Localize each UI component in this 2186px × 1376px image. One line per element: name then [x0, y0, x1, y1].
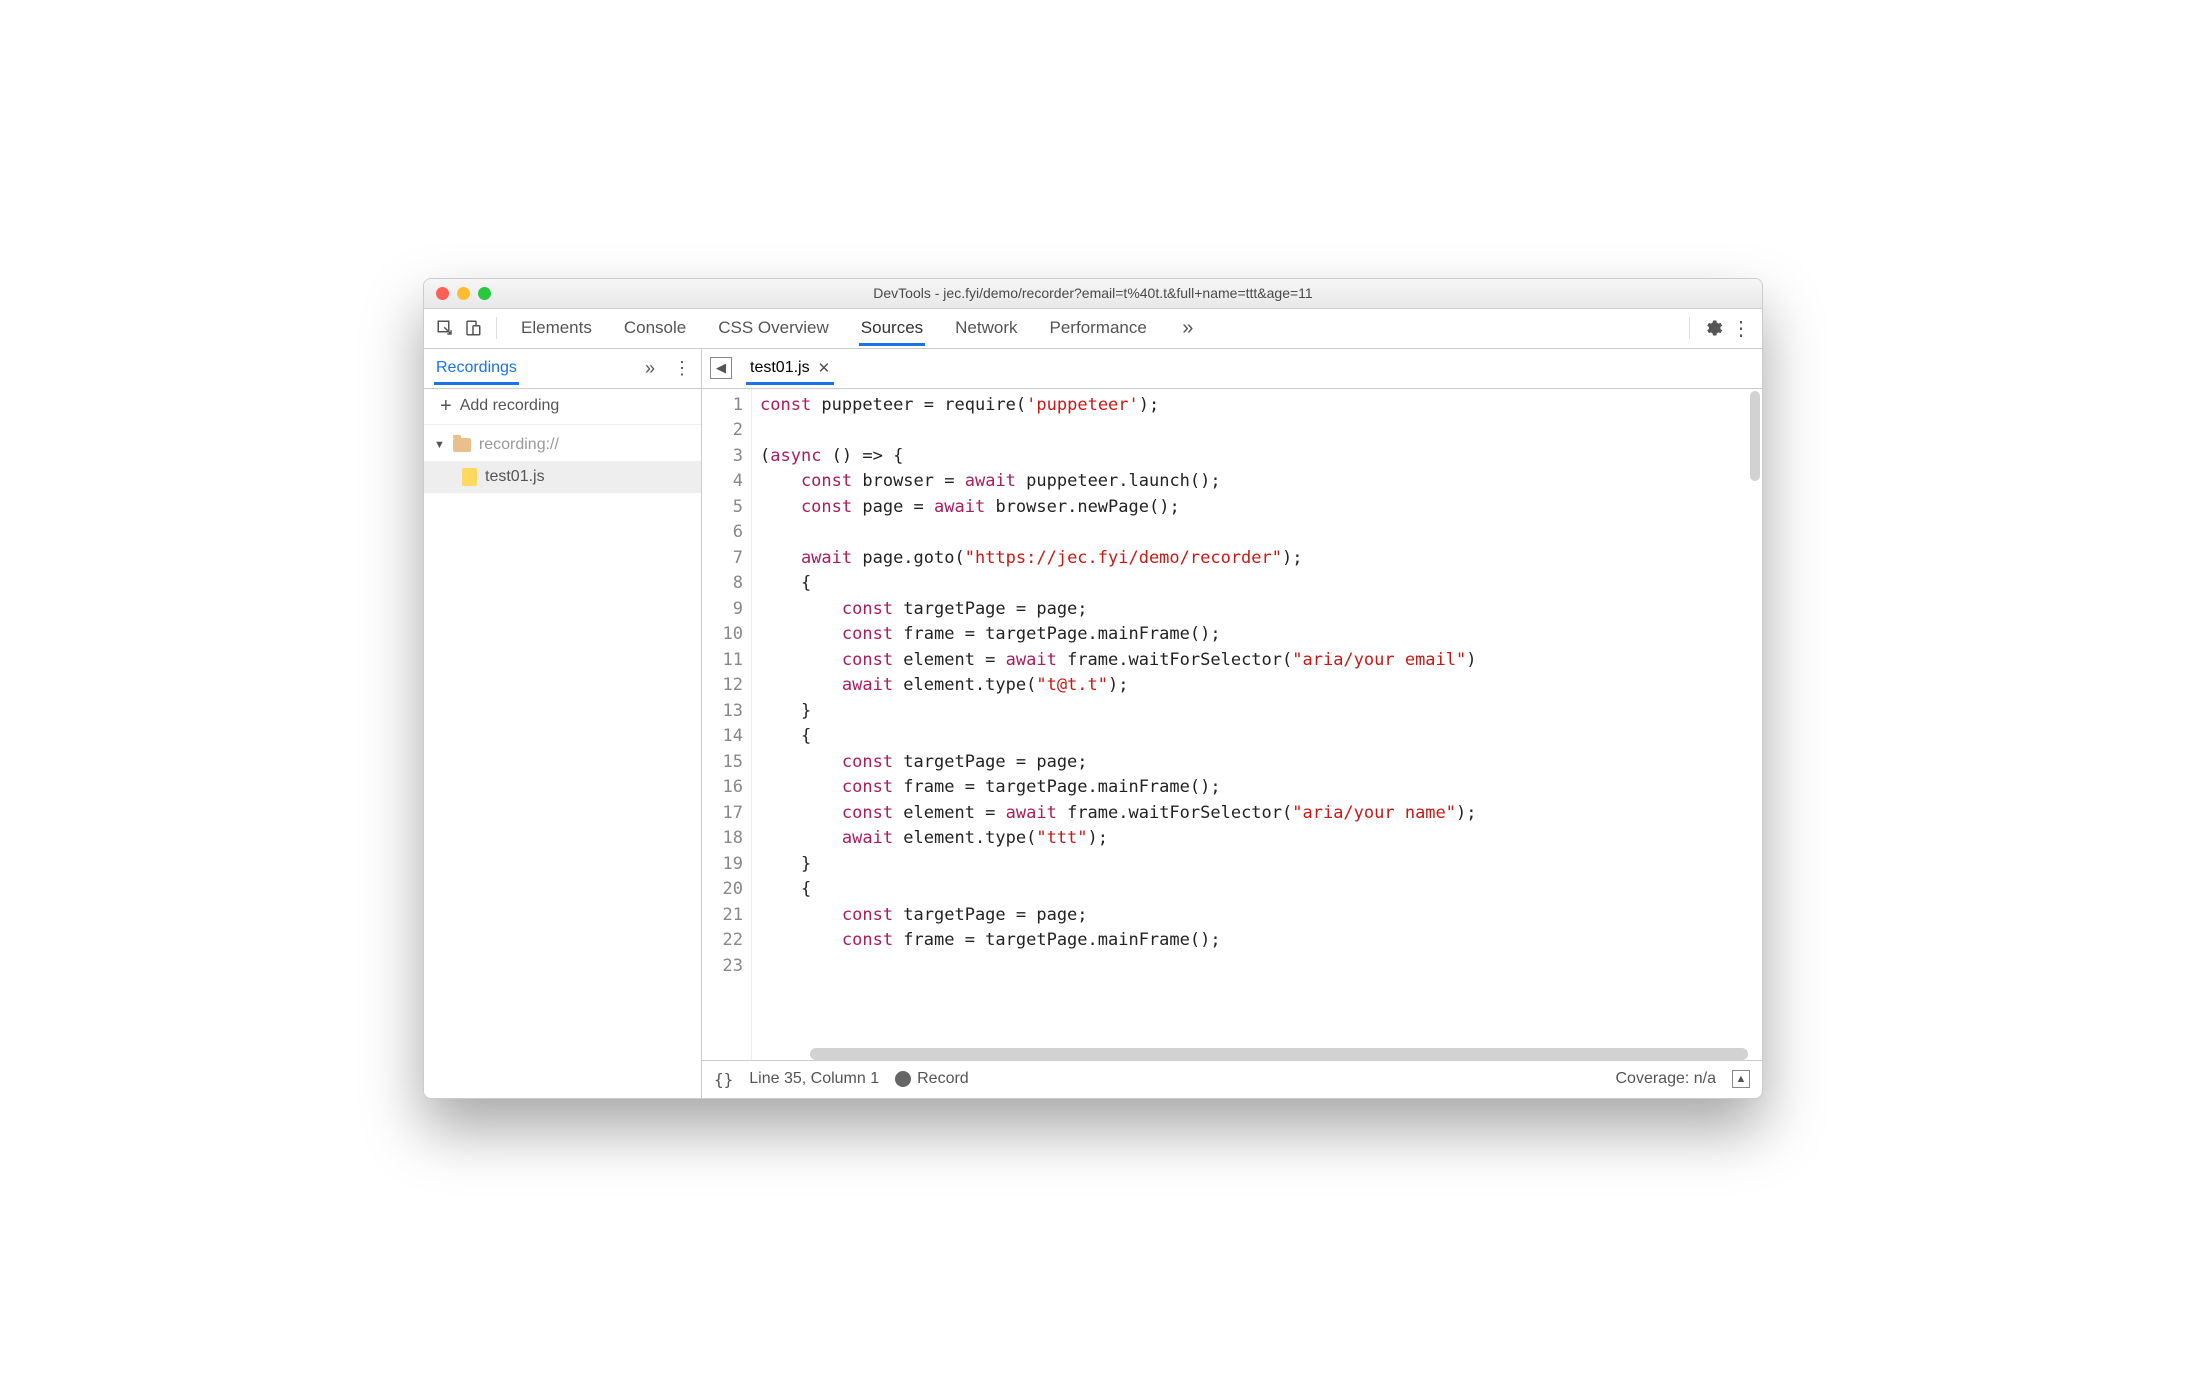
tree-file-label: test01.js [485, 468, 545, 486]
tree-file-test01[interactable]: test01.js [424, 461, 701, 493]
plus-icon: + [440, 395, 452, 418]
editor-tabs: ◀ test01.js ✕ [702, 349, 1762, 389]
add-recording-label: Add recording [460, 397, 560, 415]
file-tree: ▼ recording:// test01.js [424, 425, 701, 493]
close-window-button[interactable] [436, 287, 449, 300]
editor-tab-test01[interactable]: test01.js ✕ [746, 351, 834, 385]
navigator-toggle-icon[interactable]: ◀ [710, 357, 732, 379]
editor-tab-label: test01.js [750, 359, 810, 377]
panel-tabs: Elements Console CSS Overview Sources Ne… [519, 310, 1677, 346]
devtools-window: DevTools - jec.fyi/demo/recorder?email=t… [423, 278, 1763, 1099]
tab-css-overview[interactable]: CSS Overview [716, 310, 831, 346]
minimize-window-button[interactable] [457, 287, 470, 300]
tab-performance[interactable]: Performance [1048, 310, 1149, 346]
main-toolbar: Elements Console CSS Overview Sources Ne… [424, 309, 1762, 349]
status-bar: {} Line 35, Column 1 Record Coverage: n/… [702, 1060, 1762, 1098]
file-icon [462, 468, 477, 486]
kebab-icon[interactable]: ⋮ [1730, 317, 1752, 339]
window-title: DevTools - jec.fyi/demo/recorder?email=t… [424, 285, 1762, 301]
sidebar-tabs: Recordings » ⋮ [424, 349, 701, 389]
more-sidebar-tabs-icon[interactable]: » [645, 358, 655, 379]
line-gutter: 1234567891011121314151617181920212223 [702, 389, 752, 1060]
format-icon[interactable]: {} [714, 1070, 733, 1089]
tab-console[interactable]: Console [622, 310, 688, 346]
add-recording-button[interactable]: + Add recording [424, 389, 701, 425]
titlebar: DevTools - jec.fyi/demo/recorder?email=t… [424, 279, 1762, 309]
device-toggle-icon[interactable] [462, 317, 484, 339]
gear-icon[interactable] [1702, 317, 1724, 339]
record-icon [895, 1071, 911, 1087]
zoom-window-button[interactable] [478, 287, 491, 300]
coverage-status: Coverage: n/a [1615, 1070, 1716, 1088]
tab-sources[interactable]: Sources [859, 310, 925, 346]
folder-icon [453, 438, 471, 452]
vertical-scrollbar[interactable] [1750, 391, 1760, 481]
tab-elements[interactable]: Elements [519, 310, 594, 346]
horizontal-scrollbar[interactable] [810, 1048, 1748, 1060]
tab-network[interactable]: Network [953, 310, 1019, 346]
collapse-icon[interactable]: ▲ [1732, 1070, 1750, 1088]
sidebar: Recordings » ⋮ + Add recording ▼ recordi… [424, 349, 702, 1098]
separator [496, 317, 497, 339]
close-tab-icon[interactable]: ✕ [818, 359, 831, 377]
sidebar-kebab-icon[interactable]: ⋮ [673, 358, 691, 379]
separator [1689, 317, 1690, 339]
code-content[interactable]: const puppeteer = require('puppeteer'); … [752, 389, 1762, 1060]
sidebar-tab-recordings[interactable]: Recordings [434, 351, 519, 385]
tree-folder-recording[interactable]: ▼ recording:// [424, 429, 701, 461]
cursor-position: Line 35, Column 1 [749, 1070, 879, 1088]
caret-down-icon: ▼ [434, 439, 445, 451]
record-button[interactable]: Record [895, 1070, 969, 1088]
tree-folder-label: recording:// [479, 436, 559, 454]
body: Recordings » ⋮ + Add recording ▼ recordi… [424, 349, 1762, 1098]
more-tabs-icon[interactable]: » [1177, 317, 1199, 339]
editor-pane: ◀ test01.js ✕ 12345678910111213141516171… [702, 349, 1762, 1098]
traffic-lights [424, 287, 491, 300]
inspect-icon[interactable] [434, 317, 456, 339]
code-area[interactable]: 1234567891011121314151617181920212223 co… [702, 389, 1762, 1060]
